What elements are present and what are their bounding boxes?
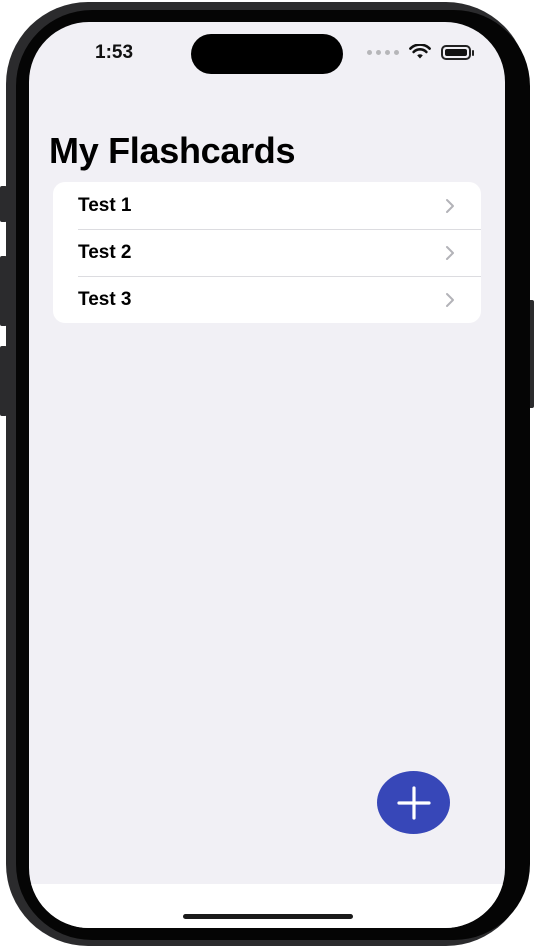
list-item-label: Test 1 — [78, 194, 132, 216]
plus-icon — [396, 785, 431, 820]
list-item[interactable]: Test 1 — [53, 182, 481, 229]
device: 1:53 My Flashcards Test 1 Test 2 Test 3 — [0, 0, 534, 950]
list-item-label: Test 2 — [78, 241, 132, 263]
home-indicator[interactable] — [183, 914, 353, 919]
page-title: My Flashcards — [49, 130, 296, 171]
bottom-bar — [29, 884, 505, 928]
list-item[interactable]: Test 3 — [53, 276, 481, 323]
list-item[interactable]: Test 2 — [53, 229, 481, 276]
chevron-right-icon — [443, 290, 457, 310]
battery-icon — [441, 44, 474, 60]
status-icons — [367, 44, 474, 60]
chevron-right-icon — [443, 243, 457, 263]
list-item-label: Test 3 — [78, 288, 132, 310]
screen: 1:53 My Flashcards Test 1 Test 2 Test 3 — [29, 22, 505, 928]
chevron-right-icon — [443, 196, 457, 216]
dynamic-island — [191, 34, 343, 74]
wifi-icon — [409, 44, 431, 59]
flashcard-list: Test 1 Test 2 Test 3 — [53, 182, 481, 323]
cellular-signal-icon — [367, 49, 399, 55]
add-flashcard-button[interactable] — [377, 771, 450, 834]
status-time: 1:53 — [95, 42, 134, 63]
